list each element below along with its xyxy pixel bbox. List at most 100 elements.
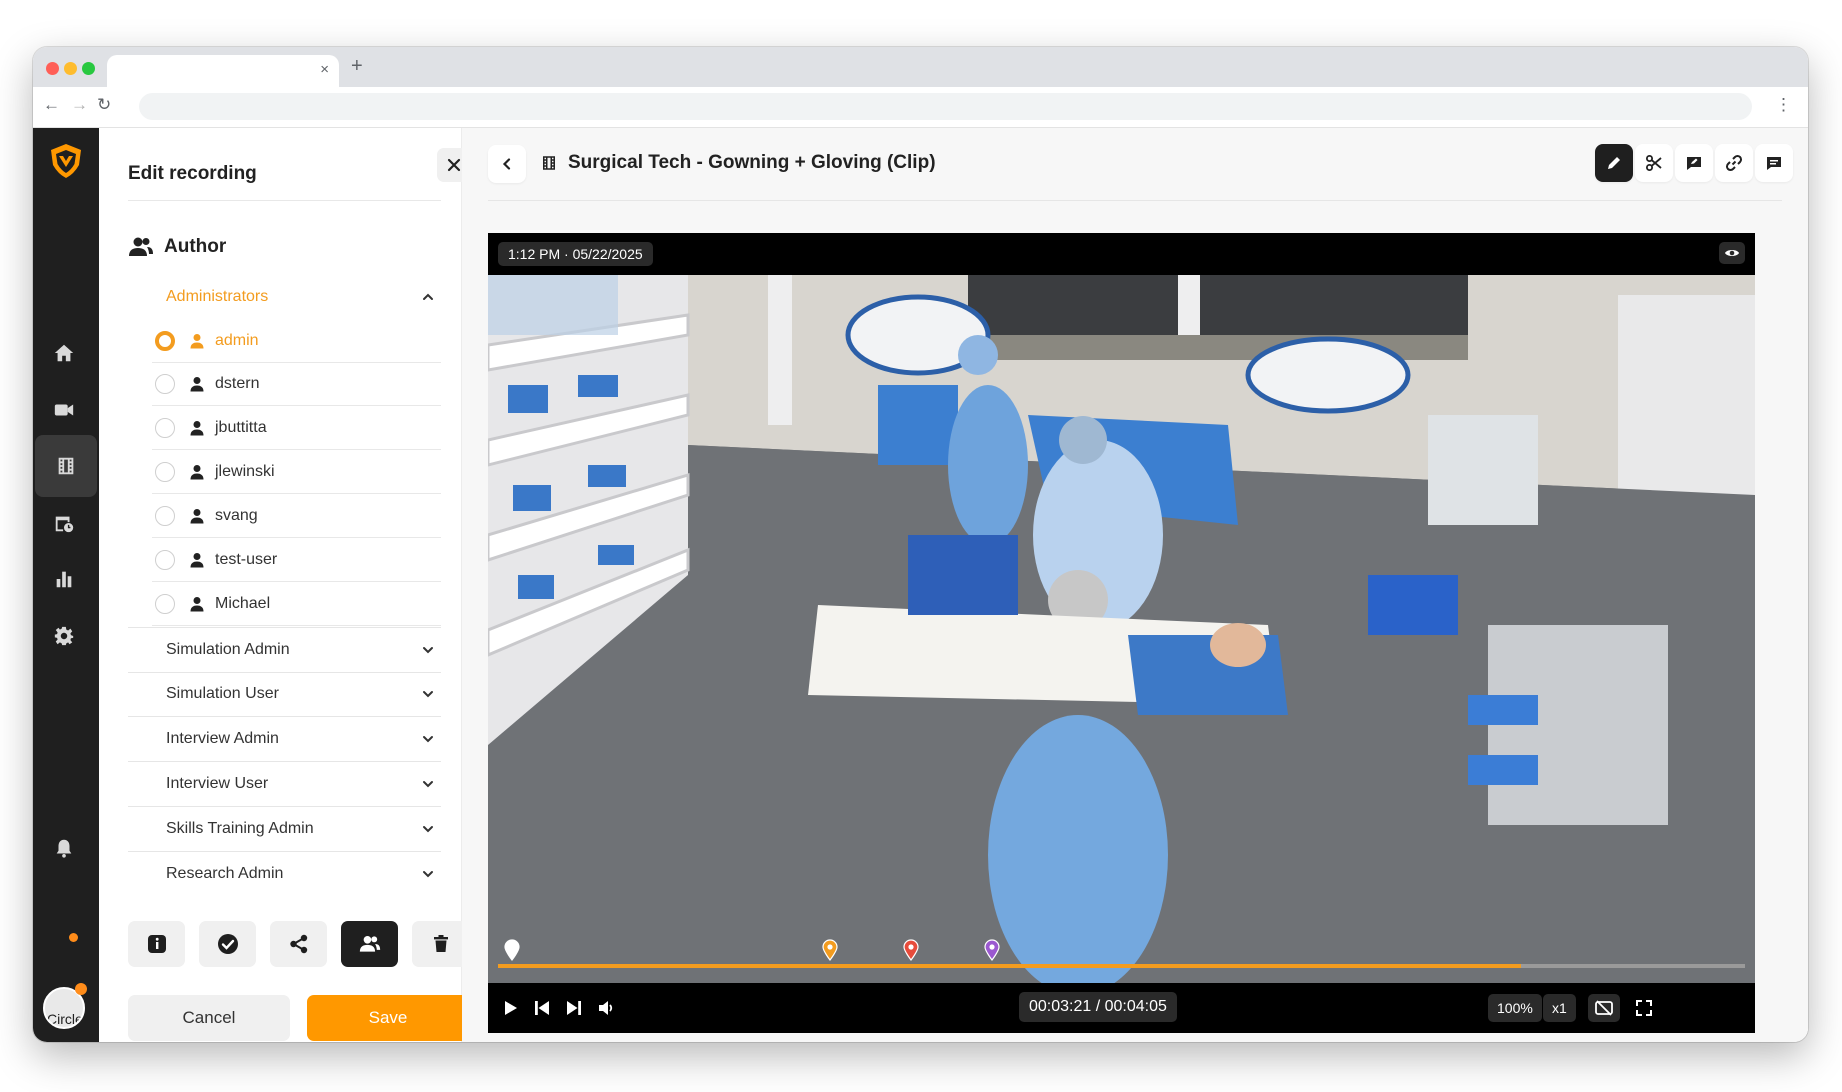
chevron-left-icon — [502, 158, 511, 170]
cancel-button[interactable]: Cancel — [128, 995, 290, 1041]
group-skills-training-admin[interactable]: Skills Training Admin — [128, 807, 441, 852]
rail-recordings[interactable] — [35, 435, 97, 497]
chevron-up-icon — [423, 293, 433, 300]
seek-bar-fill — [498, 964, 1521, 968]
user-option-admin[interactable]: admin — [152, 319, 441, 363]
user-option-dstern[interactable]: dstern — [152, 362, 441, 406]
seek-bar[interactable] — [498, 964, 1745, 968]
reload-icon[interactable]: ↻ — [97, 95, 111, 115]
rail-settings[interactable] — [33, 605, 95, 667]
group-interview-user[interactable]: Interview User — [128, 762, 441, 807]
app-logo-icon[interactable] — [46, 141, 86, 181]
rail-schedule[interactable] — [33, 492, 95, 554]
users-icon — [129, 237, 153, 256]
panel-divider — [128, 200, 441, 201]
share-button[interactable] — [270, 921, 327, 967]
tab-close-icon[interactable]: × — [320, 61, 329, 78]
address-bar: ← → ↻ ⋮ — [33, 87, 1808, 128]
timeline-marker-icon[interactable] — [984, 939, 1000, 961]
user-icon — [190, 464, 204, 479]
panel-title: Edit recording — [128, 163, 257, 184]
playback-speed[interactable]: x1 — [1543, 994, 1576, 1022]
captions-off-icon — [1595, 1000, 1613, 1016]
rail-home[interactable] — [33, 322, 95, 384]
radio-button[interactable] — [155, 461, 175, 482]
play-button[interactable] — [498, 994, 522, 1022]
recording-title-text: Surgical Tech - Gowning + Gloving (Clip) — [568, 152, 936, 173]
radio-button[interactable] — [155, 593, 175, 614]
film-icon — [543, 156, 555, 170]
link-icon — [1725, 154, 1743, 172]
captions-toggle[interactable] — [1588, 994, 1620, 1022]
scissors-icon — [1646, 155, 1662, 171]
close-window-dot[interactable] — [46, 62, 59, 75]
radio-button[interactable] — [155, 549, 175, 570]
user-icon — [190, 420, 204, 435]
visibility-toggle[interactable] — [1719, 242, 1745, 264]
rail-analytics[interactable] — [33, 548, 95, 610]
group-simulation-admin[interactable]: Simulation Admin — [128, 627, 441, 673]
user-option-jlewinski[interactable]: jlewinski — [152, 450, 441, 494]
group-simulation-user[interactable]: Simulation User — [128, 672, 441, 717]
skip-back-button[interactable] — [530, 994, 554, 1022]
comments-tool-button[interactable] — [1755, 144, 1793, 182]
group-research-admin[interactable]: Research Admin — [128, 852, 441, 896]
timeline-marker-icon[interactable] — [822, 939, 838, 961]
skip-forward-button[interactable] — [562, 994, 586, 1022]
video-frame — [488, 275, 1755, 983]
edit-tool-button[interactable] — [1595, 144, 1633, 182]
radio-button[interactable] — [155, 373, 175, 394]
group-administrators[interactable]: Administrators — [128, 275, 441, 319]
rail-notifications[interactable] — [33, 817, 95, 879]
user-option-svang[interactable]: svang — [152, 494, 441, 538]
group-label: Interview User — [166, 775, 269, 792]
maximize-window-dot[interactable] — [82, 62, 95, 75]
close-icon — [447, 158, 461, 172]
user-option-test-user[interactable]: test-user — [152, 538, 441, 582]
rail-camera[interactable] — [33, 379, 95, 441]
back-arrow-icon[interactable]: ← — [43, 95, 60, 115]
user-icon — [190, 333, 204, 348]
radio-button[interactable] — [155, 330, 175, 351]
delete-button[interactable] — [412, 921, 469, 967]
edit-recording-panel: Edit recording Author Administrators adm… — [99, 128, 471, 1042]
back-button[interactable] — [488, 145, 526, 183]
user-name: Michael — [215, 594, 271, 612]
tab-bar: × + — [33, 47, 1808, 87]
radio-button[interactable] — [155, 505, 175, 526]
user-icon — [190, 508, 204, 523]
url-input[interactable] — [139, 93, 1752, 120]
info-icon — [147, 935, 166, 953]
approve-button[interactable] — [199, 921, 256, 967]
info-button[interactable] — [128, 921, 185, 967]
volume-button[interactable] — [594, 994, 618, 1022]
save-button[interactable]: Save — [307, 995, 469, 1041]
browser-menu-icon[interactable]: ⋮ — [1775, 95, 1792, 115]
user-option-jbuttitta[interactable]: jbuttitta — [152, 406, 441, 450]
timeline-marker-icon[interactable] — [903, 939, 919, 961]
avatar-label: Circle — [47, 1011, 83, 1027]
pencil-icon — [1608, 157, 1620, 169]
permissions-button[interactable] — [341, 921, 398, 967]
recording-title: Surgical Tech - Gowning + Gloving (Clip) — [540, 152, 936, 174]
author-heading-label: Author — [164, 236, 227, 257]
app-area: Circle Edit recording Author Administrat… — [33, 128, 1808, 1042]
annotate-tool-button[interactable] — [1675, 144, 1713, 182]
forward-arrow-icon[interactable]: → — [71, 95, 88, 115]
clip-tool-button[interactable] — [1635, 144, 1673, 182]
link-tool-button[interactable] — [1715, 144, 1753, 182]
video-player[interactable]: 1:12 PM · 05/22/2025 00:03:21 / 00:04:05… — [488, 233, 1755, 1033]
zoom-level[interactable]: 100% — [1488, 994, 1542, 1022]
player-controls: 00:03:21 / 00:04:05 100% x1 — [488, 983, 1755, 1033]
minimize-window-dot[interactable] — [64, 62, 77, 75]
browser-tab[interactable]: × — [107, 55, 339, 87]
group-interview-admin[interactable]: Interview Admin — [128, 717, 441, 762]
radio-button[interactable] — [155, 417, 175, 438]
new-tab-icon[interactable]: + — [351, 55, 363, 78]
chevron-down-icon — [423, 781, 433, 788]
fullscreen-button[interactable] — [1628, 994, 1660, 1022]
recording-timestamp: 1:12 PM · 05/22/2025 — [498, 242, 653, 266]
timeline-marker-icon[interactable] — [504, 939, 520, 961]
user-option-michael[interactable]: Michael — [152, 582, 441, 626]
skip-back-icon — [535, 1001, 549, 1015]
